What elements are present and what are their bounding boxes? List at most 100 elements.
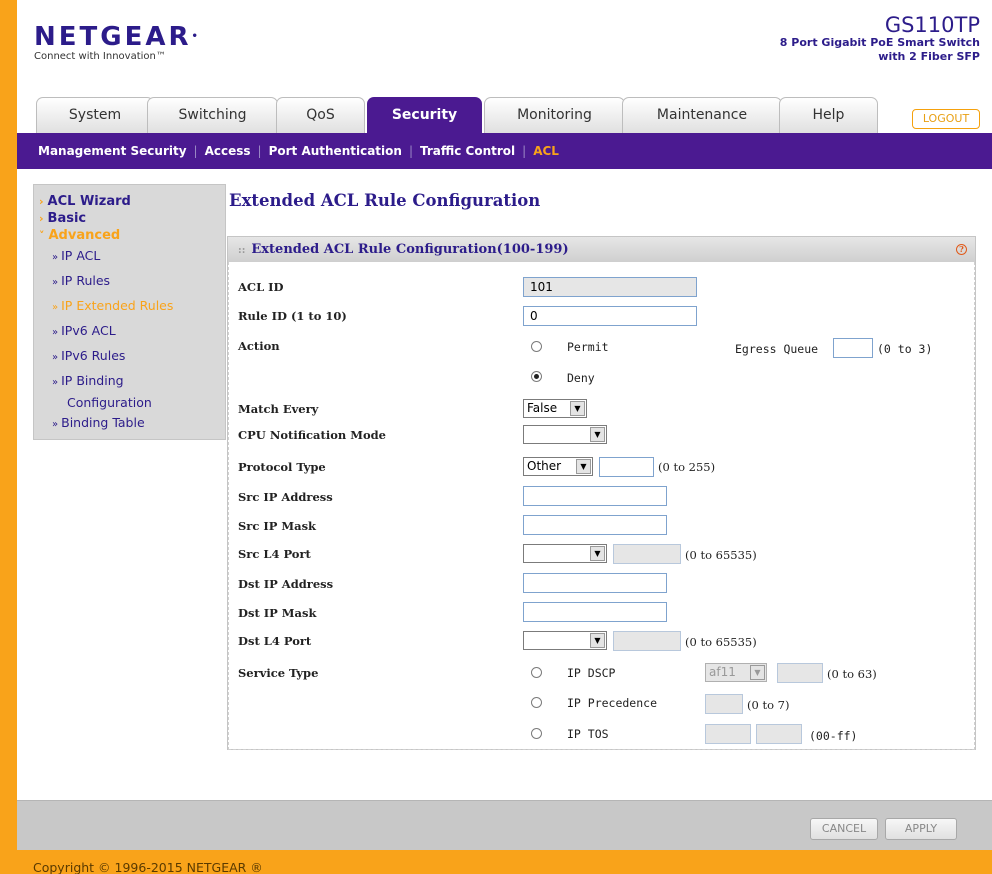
tagline: Connect with Innovation™ [34,51,166,62]
sidebar-item-ip-acl[interactable]: » IP ACL [34,244,225,269]
ip-dscp-hint: (0 to 63) [827,667,877,681]
sidebar-item-binding-table[interactable]: » Binding Table [34,411,225,436]
ip-dscp-radio[interactable] [531,667,542,678]
model-info: GS110TP 8 Port Gigabit PoE Smart Switch … [780,14,980,64]
footer-bar: CANCEL APPLY [17,800,992,850]
tab-system[interactable]: System [36,97,154,133]
ip-tos-radio[interactable] [531,728,542,739]
subnav-port-authentication[interactable]: Port Authentication [269,144,402,158]
page: NETGEAR• Connect with Innovation™ GS110T… [17,0,992,850]
rule-id-label: Rule ID (1 to 10) [238,309,347,323]
dst-ip-label: Dst IP Address [238,577,334,591]
dst-ip-field[interactable] [523,573,667,593]
tab-security[interactable]: Security [367,97,482,133]
sub-navigation: Management Security | Access | Port Authenti… [17,133,992,169]
netgear-logo: NETGEAR• [34,22,198,52]
brand: NETGEAR• Connect with Innovation™ [34,24,198,62]
dst-mask-field[interactable] [523,602,667,622]
apply-button[interactable]: APPLY [885,818,957,840]
src-l4-port-select[interactable]: ▼ [523,544,607,563]
dst-l4-port-select[interactable]: ▼ [523,631,607,650]
panel-title: Extended ACL Rule Configuration(100-199) [251,242,569,257]
logout-button[interactable]: LOGOUT [912,109,980,129]
model-desc-1: 8 Port Gigabit PoE Smart Switch [779,36,980,49]
tab-qos[interactable]: QoS [276,97,365,133]
tab-help[interactable]: Help [779,97,878,133]
sidebar-item-acl-wizard[interactable]: › ACL Wizard [34,193,225,210]
ip-precedence-field[interactable] [705,694,743,714]
panel-header: :: Extended ACL Rule Configuration(100-19… [228,237,975,262]
subnav-management-security[interactable]: Management Security [38,144,187,158]
egress-queue-field[interactable] [833,338,873,358]
subnav-access[interactable]: Access [205,144,251,158]
rule-id-field[interactable]: 0 [523,306,697,326]
protocol-type-label: Protocol Type [238,460,326,474]
ip-tos-field-1[interactable] [705,724,751,744]
help-icon[interactable]: ? [956,244,967,255]
drag-handle-icon: :: [238,245,246,256]
sidebar-item-advanced[interactable]: ˅ Advanced [34,227,225,244]
match-every-label: Match Every [238,402,319,416]
permit-radio[interactable] [531,341,542,352]
action-label: Action [238,339,280,353]
sidebar-item-basic[interactable]: › Basic [34,210,225,227]
cpu-notification-select[interactable]: ▼ [523,425,607,444]
ip-dscp-field[interactable] [777,663,823,683]
copyright: Copyright © 1996-2015 NETGEAR ® [33,860,263,874]
egress-queue-label: Egress Queue [735,342,819,356]
double-chevron-icon: » [52,277,59,288]
ip-precedence-hint: (0 to 7) [747,698,790,712]
chevron-down-icon: ▼ [590,427,605,442]
ip-tos-field-2[interactable] [756,724,802,744]
egress-queue-hint: (0 to 3) [877,342,933,356]
tab-maintenance[interactable]: Maintenance [622,97,782,133]
panel-body: ACL ID 101 Rule ID (1 to 10) 0 Action Pe… [228,262,975,750]
src-l4-port-hint: (0 to 65535) [685,548,757,562]
chevron-down-icon: ˅ [39,229,45,242]
model-desc-2: with 2 Fiber SFP [878,50,980,63]
model-name: GS110TP [884,13,980,37]
tab-switching[interactable]: Switching [147,97,278,133]
match-every-select[interactable]: False ▼ [523,399,587,418]
protocol-type-select[interactable]: Other ▼ [523,457,593,476]
protocol-number-field[interactable] [599,457,654,477]
dst-l4-port-label: Dst L4 Port [238,634,312,648]
src-mask-label: Src IP Mask [238,519,317,533]
chevron-right-icon: › [39,195,44,208]
sidebar-item-ip-binding[interactable]: » IP Binding [34,369,225,394]
ip-precedence-label: IP Precedence [567,696,658,710]
sidebar-item-ip-extended-rules[interactable]: » IP Extended Rules [34,294,225,319]
double-chevron-icon: » [52,302,59,313]
main-tabs: System Switching QoS Security Monitoring… [17,97,992,133]
sidebar-item-ip-binding-cont[interactable]: Configuration [34,394,225,411]
src-mask-field[interactable] [523,515,667,535]
protocol-hint: (0 to 255) [658,460,716,474]
deny-label: Deny [567,371,595,385]
tab-monitoring[interactable]: Monitoring [484,97,625,133]
dst-l4-port-field[interactable] [613,631,681,651]
subnav-acl[interactable]: ACL [533,144,559,158]
src-l4-port-field[interactable] [613,544,681,564]
ip-tos-hint: (00-ff) [809,729,858,743]
permit-label: Permit [567,340,609,354]
sidebar-item-ipv6-rules[interactable]: » IPv6 Rules [34,344,225,369]
subnav-traffic-control[interactable]: Traffic Control [420,144,515,158]
chevron-down-icon: ▼ [570,401,585,416]
ip-dscp-label: IP DSCP [567,666,616,680]
deny-radio[interactable] [531,371,542,382]
acl-id-field: 101 [523,277,697,297]
ip-precedence-radio[interactable] [531,697,542,708]
cancel-button[interactable]: CANCEL [810,818,878,840]
src-ip-field[interactable] [523,486,667,506]
dst-mask-label: Dst IP Mask [238,606,317,620]
sidebar: › ACL Wizard › Basic ˅ Advanced » IP ACL » IP… [33,184,226,440]
acl-id-label: ACL ID [238,280,284,294]
src-l4-port-label: Src L4 Port [238,547,311,561]
sidebar-item-ipv6-acl[interactable]: » IPv6 ACL [34,319,225,344]
double-chevron-icon: » [52,377,59,388]
ip-tos-label: IP TOS [567,727,609,741]
ip-dscp-select[interactable]: af11 ▼ [705,663,767,682]
double-chevron-icon: » [52,419,59,430]
sidebar-item-ip-rules[interactable]: » IP Rules [34,269,225,294]
chevron-down-icon: ▼ [750,665,765,680]
